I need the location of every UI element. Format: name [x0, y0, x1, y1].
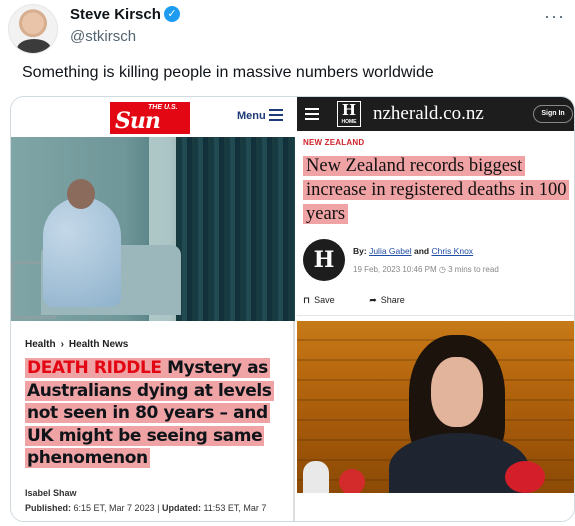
hospital-patient-photo [11, 137, 295, 321]
sun-kicker: DEATH RIDDLE [27, 358, 162, 378]
nz-section-label: NEW ZEALAND [303, 138, 365, 147]
nzherald-brand: nzherald.co.nz [373, 103, 484, 124]
display-name[interactable]: Steve Kirsch [70, 6, 161, 23]
nz-logo-letter: H [341, 101, 357, 119]
author-link-julia-gabel: Julia Gabel [369, 246, 412, 256]
user-handle[interactable]: @stkirsch [70, 28, 136, 45]
and-label: and [413, 246, 430, 256]
by-label: By: [353, 246, 367, 256]
tweet-header: Steve Kirsch ✓ @stkirsch ··· [0, 0, 575, 60]
bookmark-icon: ⊓ [303, 295, 311, 305]
nz-headline: New Zealand records biggest increase in … [303, 154, 571, 226]
published-date: 6:15 ET, Mar 7 2023 [73, 503, 155, 513]
tweet-text: Something is killing people in massive n… [22, 64, 434, 81]
sun-dates: Published: 6:15 ET, Mar 7 2023 | Updated… [25, 503, 267, 513]
author-link-chris-knox: Chris Knox [431, 246, 474, 256]
breadcrumb-health: Health [25, 339, 56, 350]
hamburger-menu-icon [269, 109, 283, 121]
nz-topbar: H HOME nzherald.co.nz Sign In [297, 97, 574, 131]
published-label: Published: [25, 503, 72, 513]
nzherald-article-screenshot[interactable]: H HOME nzherald.co.nz Sign In NEW ZEALAN… [297, 97, 574, 521]
nz-date-text: 19 Feb, 2023 10:46 PM [353, 265, 437, 274]
chevron-right-icon: › [60, 339, 64, 350]
more-options-icon[interactable]: ··· [544, 6, 565, 27]
share-label: Share [380, 295, 405, 305]
sun-logo: THE U.S. Sun [110, 102, 190, 134]
hamburger-menu-icon [305, 108, 319, 120]
save-button: ⊓ Save [303, 295, 351, 305]
share-button: ➦ Share [369, 295, 421, 305]
sun-article-screenshot[interactable]: THE U.S. Sun Menu Health › Health News DEA… [11, 97, 295, 521]
updated-date: 11:53 ET, Mar 7 [203, 503, 267, 513]
nzherald-logo-mark: H HOME [337, 101, 361, 127]
updated-label: Updated: [161, 503, 201, 513]
nz-date: 19 Feb, 2023 10:46 PM ◷ 3 mins to read [353, 265, 499, 274]
tweet-media[interactable]: THE U.S. Sun Menu Health › Health News DEA… [10, 96, 575, 522]
press-conference-photo [297, 321, 574, 493]
breadcrumb: Health › Health News [25, 339, 128, 350]
signin-button: Sign In [533, 105, 573, 123]
avatar[interactable] [8, 4, 58, 54]
sun-author: Isabel Shaw [25, 488, 77, 498]
nz-logo-home: HOME [341, 119, 357, 125]
divider [297, 315, 574, 316]
nz-byline: By: Julia Gabel and Chris Knox [353, 246, 473, 256]
sun-headline: DEATH RIDDLE Mystery as Australians dyin… [25, 357, 287, 470]
nz-author-logo: H [303, 239, 345, 281]
verified-badge-icon: ✓ [164, 6, 180, 22]
sun-topbar: THE U.S. Sun Menu [11, 97, 295, 137]
share-arrow-icon: ➦ [369, 295, 377, 305]
sun-logo-big: Sun [115, 108, 161, 134]
nz-actions: ⊓ Save ➦ Share [303, 295, 437, 306]
sun-menu-label: Menu [237, 110, 266, 122]
nz-headline-text: New Zealand records biggest increase in … [303, 156, 570, 224]
clock-icon: ◷ [438, 265, 446, 274]
read-time: 3 mins to read [448, 265, 499, 274]
save-label: Save [314, 295, 335, 305]
breadcrumb-health-news: Health News [68, 339, 129, 350]
